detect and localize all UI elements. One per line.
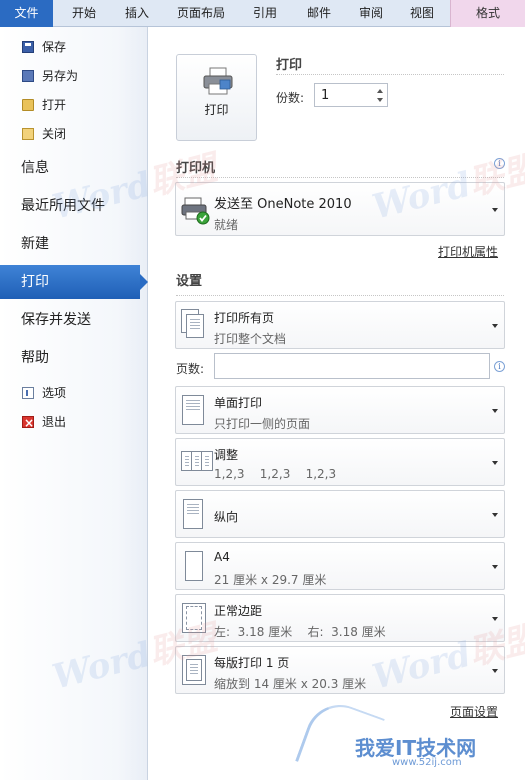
chevron-down-icon [492, 513, 498, 517]
collate-subtitle: 1,2,3 1,2,3 1,2,3 [214, 467, 337, 481]
save-icon [22, 41, 34, 53]
print-range-subtitle: 打印整个文档 [214, 332, 287, 346]
paper-size-title: A4 [214, 550, 230, 564]
print-button-label: 打印 [204, 103, 229, 117]
tab-insert[interactable]: 插入 [112, 0, 162, 27]
nav-new[interactable]: 新建 [0, 227, 148, 261]
one-sided-page-icon [181, 395, 209, 427]
tab-review[interactable]: 审阅 [346, 0, 396, 27]
nav-options-label: 选项 [42, 386, 67, 400]
sides-title: 单面打印 [214, 396, 263, 410]
pages-input[interactable] [214, 353, 490, 379]
nav-save-label: 保存 [42, 40, 67, 54]
chevron-down-icon [492, 208, 498, 212]
backstage-nav: 保存 另存为 打开 关闭 信息 最近所用文件 新建 打印 保存并发送 帮助 选项… [0, 27, 148, 780]
printer-status: 就绪 [214, 218, 239, 232]
nav-info[interactable]: 信息 [0, 151, 148, 185]
pages-per-sheet-subtitle: 缩放到 14 厘米 x 20.3 厘米 [214, 677, 367, 691]
margins-dropdown[interactable]: 正常边距 左: 3.18 厘米 右: 3.18 厘米 [175, 594, 505, 642]
margins-subtitle: 左: 3.18 厘米 右: 3.18 厘米 [214, 625, 386, 639]
nav-open-label: 打开 [42, 98, 67, 112]
collated-pages-icon [181, 451, 213, 475]
printer-separator [176, 177, 504, 178]
nav-save-and-send[interactable]: 保存并发送 [0, 303, 148, 337]
site-url-text: www.52ij.com [392, 757, 462, 768]
orientation-title: 纵向 [214, 510, 239, 524]
ribbon-tab-bar: 文件 开始 插入 页面布局 引用 邮件 审阅 视图 格式 [0, 0, 525, 27]
sides-subtitle: 只打印一侧的页面 [214, 417, 311, 431]
sides-dropdown[interactable]: 单面打印 只打印一侧的页面 [175, 386, 505, 434]
chevron-down-icon [492, 409, 498, 413]
margins-title: 正常边距 [214, 604, 263, 618]
orientation-dropdown[interactable]: 纵向 [175, 490, 505, 538]
printer-device-icon [181, 197, 210, 225]
tab-page-layout[interactable]: 页面布局 [166, 0, 236, 27]
copies-label: 份数: [276, 91, 305, 105]
tab-home[interactable]: 开始 [58, 0, 110, 27]
nav-help[interactable]: 帮助 [0, 341, 148, 375]
collate-title: 调整 [214, 448, 239, 462]
nav-close-label: 关闭 [42, 127, 67, 141]
open-folder-icon [22, 99, 34, 111]
paper-size-dropdown[interactable]: A4 21 厘米 x 29.7 厘米 [175, 542, 505, 590]
pages-stack-icon [181, 309, 209, 343]
pages-per-sheet-dropdown[interactable]: 每版打印 1 页 缩放到 14 厘米 x 20.3 厘米 [175, 646, 505, 694]
collate-dropdown[interactable]: 调整 1,2,3 1,2,3 1,2,3 [175, 438, 505, 486]
save-as-icon [22, 70, 34, 82]
nav-recent[interactable]: 最近所用文件 [0, 189, 148, 223]
nav-save-as-label: 另存为 [42, 69, 79, 83]
copies-stepper[interactable]: 1 [314, 83, 388, 107]
printer-properties-link[interactable]: 打印机属性 [438, 243, 498, 260]
exit-icon [22, 412, 34, 434]
printer-info-icon[interactable]: i [494, 158, 505, 169]
printer-icon [203, 67, 233, 95]
printer-heading: 打印机 [176, 161, 216, 176]
paper-size-subtitle: 21 厘米 x 29.7 厘米 [214, 573, 327, 587]
printer-dropdown[interactable]: 发送至 OneNote 2010 就绪 [175, 182, 505, 236]
nav-print[interactable]: 打印 [0, 265, 148, 299]
tab-references[interactable]: 引用 [240, 0, 290, 27]
chevron-down-icon [492, 669, 498, 673]
chevron-down-icon [492, 461, 498, 465]
chevron-down-icon [492, 617, 498, 621]
print-button[interactable]: 打印 [176, 54, 257, 141]
tab-mailings[interactable]: 邮件 [294, 0, 344, 27]
printer-name: 发送至 OneNote 2010 [214, 197, 352, 212]
tab-view[interactable]: 视图 [398, 0, 446, 27]
spin-up-icon[interactable] [377, 89, 383, 93]
print-separator [276, 74, 504, 75]
tab-file[interactable]: 文件 [0, 0, 53, 27]
pages-per-sheet-icon [181, 655, 209, 687]
nav-exit-label: 退出 [42, 415, 67, 429]
options-icon [22, 387, 34, 399]
copies-value: 1 [321, 88, 330, 103]
portrait-page-icon [181, 499, 209, 531]
spin-down-icon[interactable] [377, 98, 383, 102]
print-heading: 打印 [276, 58, 303, 73]
print-range-title: 打印所有页 [214, 311, 275, 325]
print-range-dropdown[interactable]: 打印所有页 打印整个文档 [175, 301, 505, 349]
tab-format[interactable]: 格式 [450, 0, 525, 27]
chevron-down-icon [492, 565, 498, 569]
chevron-down-icon [492, 324, 498, 328]
pages-info-icon[interactable]: i [494, 361, 505, 372]
pages-per-sheet-title: 每版打印 1 页 [214, 656, 290, 670]
margins-icon [181, 603, 209, 635]
settings-heading: 设置 [176, 274, 203, 289]
settings-separator [176, 295, 504, 296]
page-setup-link[interactable]: 页面设置 [450, 703, 498, 720]
pages-label: 页数: [176, 362, 205, 376]
close-folder-icon [22, 128, 34, 140]
paper-size-icon [181, 551, 209, 583]
